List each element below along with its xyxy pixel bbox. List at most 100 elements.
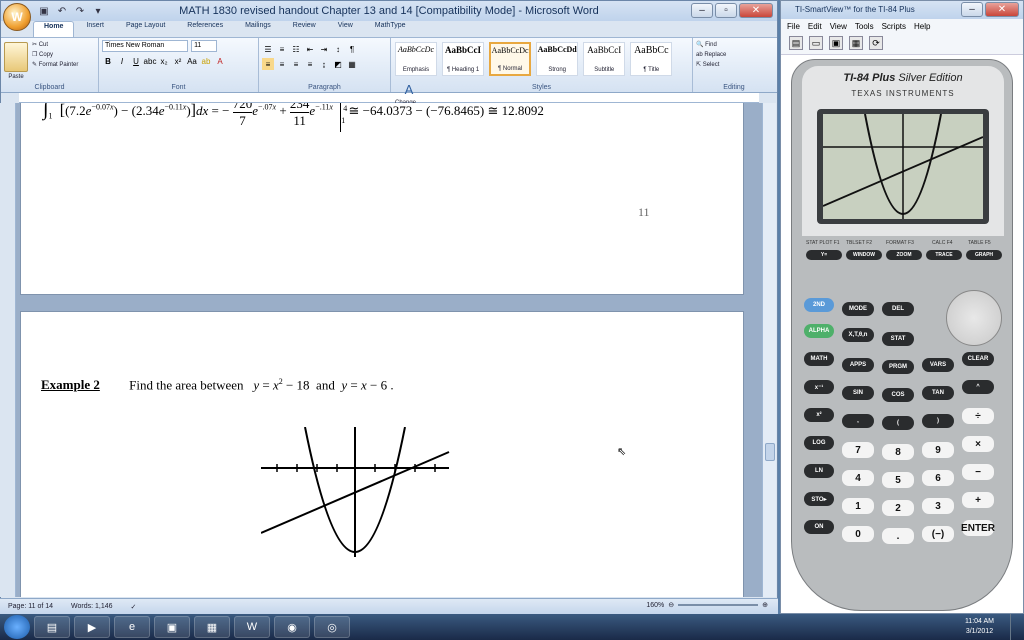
app-icon[interactable]: ▣ (154, 616, 190, 638)
key-multiply[interactable]: × (962, 436, 994, 452)
key-power[interactable]: ^ (962, 380, 994, 394)
key-3[interactable]: 3 (922, 498, 954, 514)
firefox-icon[interactable]: ◉ (274, 616, 310, 638)
tab-home[interactable]: Home (33, 21, 75, 37)
explorer-icon[interactable]: ▤ (34, 616, 70, 638)
change-case-icon[interactable]: Aa (186, 55, 198, 67)
key-alpha[interactable]: ALPHA (804, 324, 834, 338)
internet-explorer-icon[interactable]: e (114, 616, 150, 638)
decrease-indent-icon[interactable]: ⇤ (304, 43, 316, 55)
sort-icon[interactable]: ↕ (332, 43, 344, 55)
tab-references[interactable]: References (177, 21, 233, 37)
key-math[interactable]: MATH (804, 352, 834, 366)
document-page-12[interactable]: Example 2 Find the area between y = x2 −… (20, 311, 744, 597)
tab-review[interactable]: Review (283, 21, 326, 37)
document-area[interactable]: ∫14 [(7.2e−0.07x) − (2.34e−0.11x)]dx = −… (0, 103, 762, 597)
menu-tools[interactable]: Tools (855, 22, 874, 31)
pilcrow-icon[interactable]: ¶ (346, 43, 358, 55)
word-taskbar-icon[interactable]: W (234, 616, 270, 638)
superscript-icon[interactable]: x² (172, 55, 184, 67)
vertical-scrollbar[interactable] (762, 103, 776, 597)
menu-file[interactable]: File (787, 22, 800, 31)
key-rparen[interactable]: ) (922, 414, 954, 428)
key-6[interactable]: 6 (922, 470, 954, 486)
key-store[interactable]: STO▸ (804, 492, 834, 506)
tab-page-layout[interactable]: Page Layout (116, 21, 175, 37)
key-clear[interactable]: CLEAR (962, 352, 994, 366)
key-negative[interactable]: (−) (922, 526, 954, 542)
borders-icon[interactable]: ▦ (346, 58, 358, 70)
key-square[interactable]: x² (804, 408, 834, 422)
align-left-icon[interactable]: ≡ (262, 58, 274, 70)
smartview-taskbar-icon[interactable]: ▦ (194, 616, 230, 638)
align-center-icon[interactable]: ≡ (276, 58, 288, 70)
style-title[interactable]: AaBbCc ¶ Title (630, 42, 673, 76)
key-y-equals[interactable]: Y= (806, 250, 842, 260)
connect-icon[interactable]: ⟳ (869, 36, 883, 50)
key-4[interactable]: 4 (842, 470, 874, 486)
italic-button[interactable]: I (116, 55, 128, 67)
key-apps[interactable]: APPS (842, 358, 874, 372)
key-window[interactable]: WINDOW (846, 250, 882, 260)
font-name-combo[interactable]: Times New Roman (102, 40, 188, 52)
subscript-icon[interactable]: x₂ (158, 55, 170, 67)
key-plus[interactable]: + (962, 492, 994, 508)
align-right-icon[interactable]: ≡ (290, 58, 302, 70)
key-0[interactable]: 0 (842, 526, 874, 542)
key-decimal[interactable]: . (882, 528, 914, 544)
tab-mailings[interactable]: Mailings (235, 21, 281, 37)
replace-button[interactable]: ab Replace (696, 50, 772, 60)
select-button[interactable]: ⇱ Select (696, 60, 772, 70)
multilevel-list-icon[interactable]: ☷ (290, 43, 302, 55)
paste-button[interactable] (4, 42, 28, 72)
maximize-button[interactable]: ▫ (715, 3, 737, 18)
increase-indent-icon[interactable]: ⇥ (318, 43, 330, 55)
strikethrough-icon[interactable]: abc (144, 55, 157, 67)
format-painter-button[interactable]: ✎ Format Painter (32, 60, 78, 70)
underline-button[interactable]: U (130, 55, 142, 67)
style-subtitle[interactable]: AaBbCcI Subtitle (583, 42, 626, 76)
key-minus[interactable]: − (962, 464, 994, 480)
media-player-icon[interactable]: ▶ (74, 616, 110, 638)
key-tan[interactable]: TAN (922, 386, 954, 400)
key-lparen[interactable]: ( (882, 416, 914, 430)
style-emphasis[interactable]: AaBbCcDc Emphasis (395, 42, 437, 76)
menu-edit[interactable]: Edit (808, 22, 822, 31)
bold-button[interactable]: B (102, 55, 114, 67)
key-ln[interactable]: LN (804, 464, 834, 478)
zoom-slider[interactable] (678, 604, 759, 606)
style-strong[interactable]: AaBbCcDd Strong (536, 42, 579, 76)
status-page[interactable]: Page: 11 of 14 (8, 603, 53, 610)
key-7[interactable]: 7 (842, 442, 874, 458)
bullets-icon[interactable]: ☰ (262, 43, 274, 55)
key-enter[interactable]: ENTER (961, 520, 995, 536)
numbering-icon[interactable]: ≡ (276, 43, 288, 55)
key-8[interactable]: 8 (882, 444, 914, 460)
zoom-in-icon[interactable]: ⊕ (762, 601, 768, 609)
minimize-button[interactable]: – (691, 3, 713, 18)
key-1[interactable]: 1 (842, 498, 874, 514)
system-clock[interactable]: 11:04 AM 3/1/2012 (965, 617, 994, 637)
start-button[interactable] (4, 615, 30, 639)
key-5[interactable]: 5 (882, 472, 914, 488)
key-graph[interactable]: GRAPH (966, 250, 1002, 260)
style-heading-1[interactable]: AaBbCcI ¶ Heading 1 (442, 42, 485, 76)
key-xton[interactable]: X,T,θ,n (842, 328, 874, 342)
key-on[interactable]: ON (804, 520, 834, 534)
key-trace[interactable]: TRACE (926, 250, 962, 260)
key-comma[interactable]: , (842, 414, 874, 428)
key-inverse[interactable]: x⁻¹ (804, 380, 834, 394)
cut-button[interactable]: ✂ Cut (32, 40, 78, 50)
smartview-minimize-button[interactable]: – (961, 2, 983, 17)
key-sin[interactable]: SIN (842, 386, 874, 400)
chrome-icon[interactable]: ◎ (314, 616, 350, 638)
menu-scripts[interactable]: Scripts (882, 22, 906, 31)
tab-insert[interactable]: Insert (76, 21, 114, 37)
status-words[interactable]: Words: 1,146 (71, 603, 113, 610)
show-desktop-button[interactable] (1010, 614, 1024, 640)
line-spacing-icon[interactable]: ↨ (318, 58, 330, 70)
menu-help[interactable]: Help (914, 22, 930, 31)
document-page-11[interactable]: ∫14 [(7.2e−0.07x) − (2.34e−0.11x)]dx = −… (20, 103, 744, 295)
office-button[interactable]: W (3, 3, 31, 31)
key-zoom[interactable]: ZOOM (886, 250, 922, 260)
